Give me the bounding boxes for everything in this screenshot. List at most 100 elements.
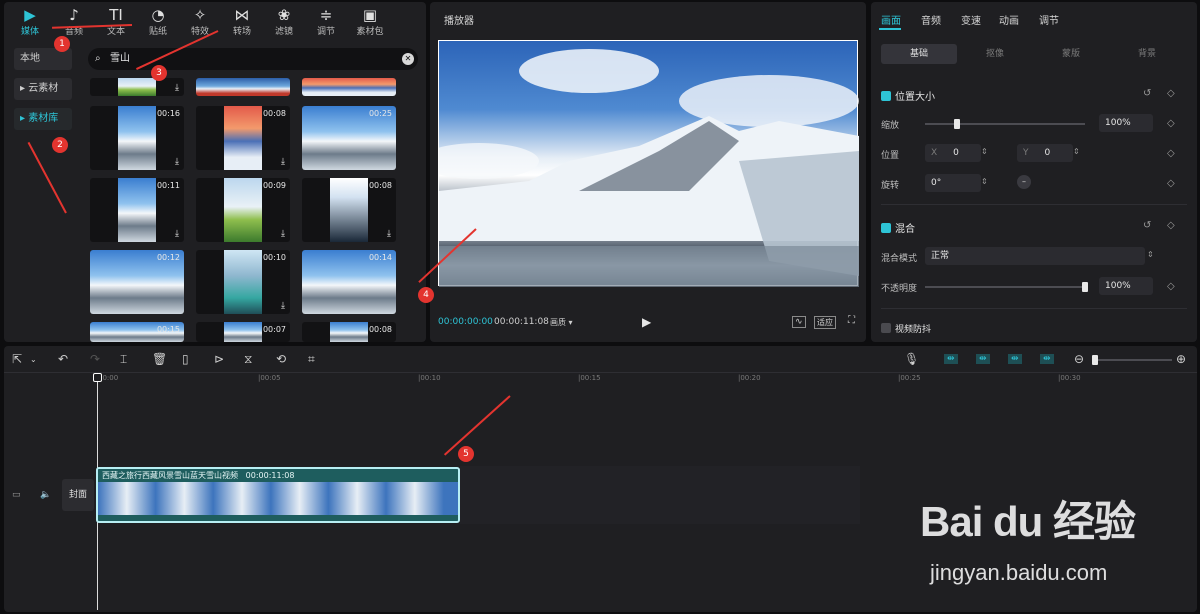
tab-package[interactable]: ▣ 素材包 <box>352 6 388 37</box>
rotate-field[interactable]: 0° <box>925 174 981 192</box>
blend-mode-select[interactable]: 正常 <box>925 247 1145 265</box>
quality-dropdown[interactable]: 画质 ▾ <box>550 317 573 328</box>
keyframe-icon[interactable]: ◇ <box>1167 118 1175 129</box>
reset-icon[interactable]: ↺ <box>1143 220 1151 231</box>
position-x-field[interactable]: X0 <box>925 144 981 162</box>
subtab-background[interactable]: 背景 <box>1109 44 1185 64</box>
download-icon[interactable]: ⤓ <box>387 229 391 239</box>
undo-icon[interactable]: ↶ <box>58 352 68 366</box>
tab-audio-props[interactable]: 音频 <box>921 12 941 27</box>
mirror-icon[interactable]: ⧖ <box>244 352 252 367</box>
sidebar-item-library[interactable]: ▸ 素材库 <box>14 108 72 130</box>
play-icon[interactable]: ▶ <box>642 315 651 329</box>
tab-audio[interactable]: ♪ 音频 <box>56 6 92 37</box>
reset-icon[interactable]: ↺ <box>1143 88 1151 99</box>
preview-axis-icon[interactable]: ⇹ <box>1008 354 1022 364</box>
keyframe-icon[interactable]: ◇ <box>1167 88 1175 99</box>
tab-speed[interactable]: 变速 <box>961 12 981 27</box>
tab-media[interactable]: ▶ 媒体 <box>12 6 48 37</box>
sidebar-item-cloud[interactable]: ▸ 云素材 <box>14 78 72 100</box>
fullscreen-icon[interactable]: ⛶ <box>848 315 855 326</box>
blend-section[interactable]: 混合 <box>881 220 915 235</box>
subtab-basic[interactable]: 基础 <box>881 44 957 64</box>
playhead-handle[interactable] <box>93 373 102 382</box>
play-circle-icon[interactable]: ⊳ <box>214 352 224 366</box>
download-icon[interactable]: ⤓ <box>281 229 285 239</box>
download-icon[interactable]: ⤓ <box>175 157 179 167</box>
redo-icon[interactable]: ↷ <box>90 352 100 366</box>
video-clip[interactable]: 西藏之旅行西藏风景雪山蓝天雪山视频 00:00:11:08 <box>96 467 460 523</box>
split-icon[interactable]: ⌶ <box>120 352 127 367</box>
crop-icon[interactable]: ⌗ <box>308 352 315 367</box>
keyframe-icon[interactable]: ◇ <box>1167 148 1175 159</box>
cover-button[interactable]: 封面 <box>62 479 94 511</box>
list-item[interactable]: ⤓ <box>90 78 184 96</box>
list-item[interactable]: 00:25 <box>302 106 396 170</box>
opacity-slider[interactable] <box>925 286 1085 288</box>
zoom-slider-handle[interactable] <box>1092 355 1098 365</box>
list-item[interactable]: 00:08 ⤓ <box>196 106 290 170</box>
scale-value-field[interactable]: 100% <box>1099 114 1153 132</box>
keyframe-icon[interactable]: ◇ <box>1167 281 1175 292</box>
list-item[interactable]: 00:10 ⤓ <box>196 250 290 314</box>
video-track-icon[interactable]: ▭ <box>12 490 21 500</box>
link-icon[interactable]: ⇹ <box>976 354 990 364</box>
rotate-dial-icon[interactable]: – <box>1017 175 1031 189</box>
tab-text[interactable]: TI 文本 <box>98 6 134 37</box>
tab-transition[interactable]: ⋈ 转场 <box>224 6 260 37</box>
tab-adjust-props[interactable]: 调节 <box>1039 12 1059 27</box>
position-y-field[interactable]: Y0 <box>1017 144 1073 162</box>
list-item[interactable]: 00:14 <box>302 250 396 314</box>
main-track-icon[interactable]: ⇹ <box>1040 354 1054 364</box>
checkbox-icon[interactable] <box>881 91 891 101</box>
mute-icon[interactable]: 🔈 <box>40 490 51 500</box>
keyframe-icon[interactable]: ◇ <box>1167 178 1175 189</box>
zoom-in-icon[interactable]: ⊕ <box>1176 352 1186 366</box>
chevron-updown-icon[interactable]: ⇕ <box>1147 250 1154 259</box>
list-item[interactable]: 00:15 <box>90 322 184 342</box>
tab-sticker[interactable]: ◔ 贴纸 <box>140 6 176 37</box>
download-icon[interactable]: ⤓ <box>281 301 285 311</box>
download-icon[interactable]: ⤓ <box>281 157 285 167</box>
delete-icon[interactable]: 🗑 <box>152 352 167 366</box>
ratio-button[interactable]: 适应 <box>814 316 836 329</box>
checkbox-icon[interactable] <box>881 323 891 333</box>
freeze-icon[interactable]: ▯ <box>182 352 189 366</box>
download-icon[interactable]: ⤓ <box>175 229 179 239</box>
list-item[interactable]: 00:12 <box>90 250 184 314</box>
scale-slider[interactable] <box>925 123 1085 125</box>
stabilize-section[interactable]: 视频防抖 <box>881 322 931 335</box>
list-item[interactable]: 00:09 ⤓ <box>196 178 290 242</box>
snap-icon[interactable]: ⇹ <box>944 354 958 364</box>
list-item[interactable] <box>196 78 290 96</box>
stepper-icon[interactable]: ⇕ <box>981 147 988 156</box>
tab-filter[interactable]: ❀ 滤镜 <box>266 6 302 37</box>
waveform-icon[interactable]: ∿ <box>792 316 806 328</box>
list-item[interactable]: 00:11 ⤓ <box>90 178 184 242</box>
clear-search-icon[interactable]: ✕ <box>402 53 414 65</box>
tab-picture[interactable]: 画面 <box>881 12 901 27</box>
position-size-section[interactable]: 位置大小 <box>881 88 935 103</box>
zoom-out-icon[interactable]: ⊖ <box>1074 352 1084 366</box>
list-item[interactable]: 00:16 ⤓ <box>90 106 184 170</box>
subtab-cutout[interactable]: 抠像 <box>957 44 1033 64</box>
opacity-slider-handle[interactable] <box>1082 282 1088 292</box>
tab-adjust[interactable]: ≑ 调节 <box>308 6 344 37</box>
tab-animation[interactable]: 动画 <box>999 12 1019 27</box>
keyframe-icon[interactable]: ◇ <box>1167 220 1175 231</box>
scale-slider-handle[interactable] <box>954 119 960 129</box>
zoom-slider[interactable] <box>1092 359 1172 361</box>
select-cursor-icon[interactable]: ⇱ <box>12 352 22 366</box>
rotate-icon[interactable]: ⟲ <box>276 352 286 366</box>
subtab-mask[interactable]: 蒙版 <box>1033 44 1109 64</box>
opacity-value-field[interactable]: 100% <box>1099 277 1153 295</box>
list-item[interactable]: 00:07 <box>196 322 290 342</box>
chevron-down-icon[interactable]: ⌄ <box>30 355 37 364</box>
microphone-icon[interactable]: 🎙 <box>904 352 919 366</box>
list-item[interactable]: 00:08 ⤓ <box>302 178 396 242</box>
list-item[interactable] <box>302 78 396 96</box>
list-item[interactable]: 00:08 <box>302 322 396 342</box>
stepper-icon[interactable]: ⇕ <box>981 177 988 186</box>
checkbox-icon[interactable] <box>881 223 891 233</box>
video-preview[interactable] <box>438 40 859 287</box>
